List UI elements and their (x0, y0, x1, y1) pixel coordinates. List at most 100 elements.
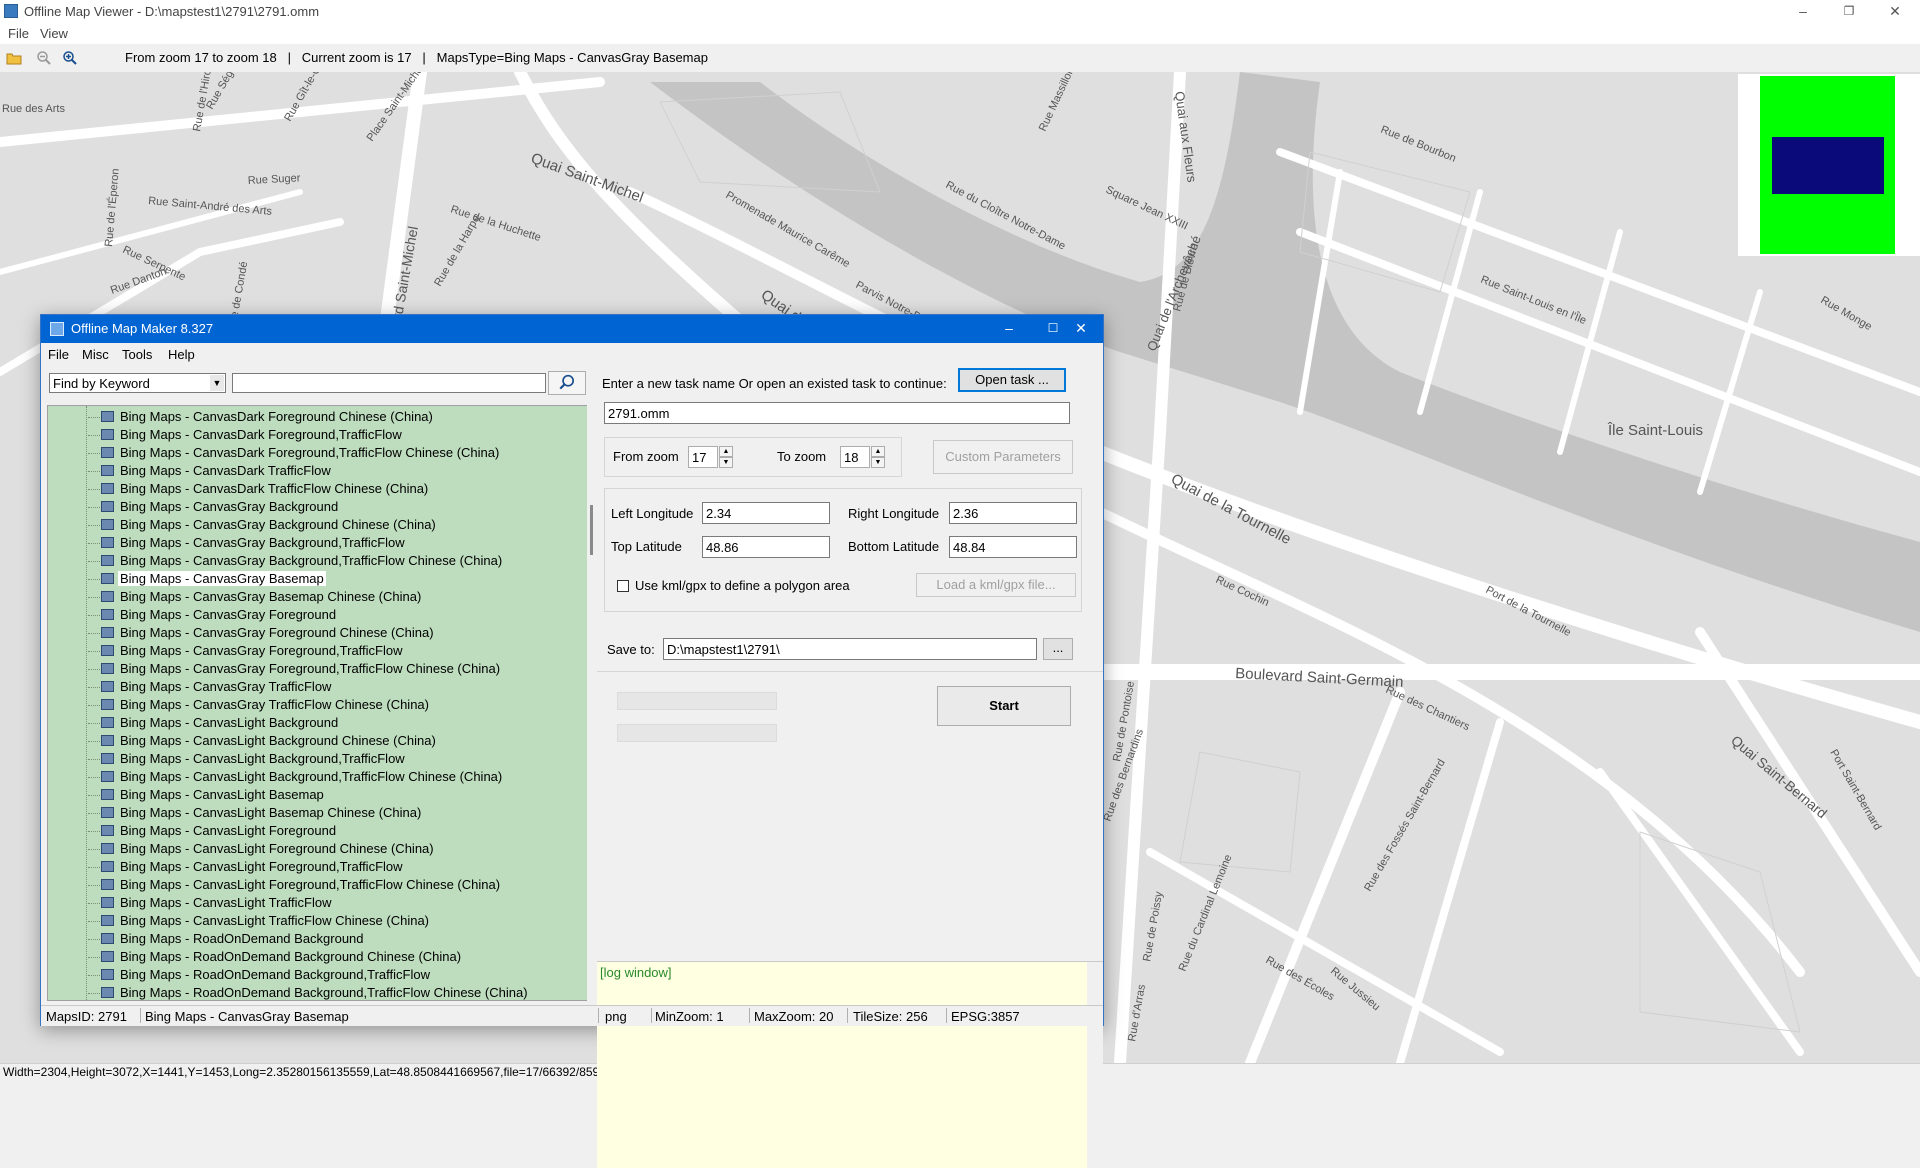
tree-connector (88, 813, 100, 814)
tree-item-label: Bing Maps - CanvasGray Foreground,Traffi… (120, 643, 403, 658)
tree-connector (88, 831, 100, 832)
dialog-statusbar: MapsID: 2791 Bing Maps - CanvasGray Base… (41, 1005, 1103, 1026)
tree-connector (88, 633, 100, 634)
chevron-down-icon[interactable]: ▼ (210, 375, 224, 391)
tree-scrollbar-thumb[interactable] (590, 505, 593, 555)
status-separator (598, 1008, 599, 1023)
to-zoom-stepper[interactable]: ▲ ▼ (871, 446, 885, 468)
dialog-app-icon (50, 322, 64, 336)
tree-item-label: Bing Maps - RoadOnDemand Background Chin… (120, 949, 462, 964)
tree-connector (88, 975, 100, 976)
menu-view[interactable]: View (40, 26, 68, 41)
area-group: Left Longitude 2.34 Right Longitude 2.36… (604, 488, 1082, 612)
minimize-button[interactable]: – (1780, 0, 1826, 24)
overview-viewport[interactable] (1772, 137, 1884, 194)
tree-connector (88, 957, 100, 958)
from-zoom-stepper[interactable]: ▲ ▼ (719, 446, 733, 468)
tree-item-label: Bing Maps - RoadOnDemand Background,Traf… (120, 985, 528, 1000)
tree-item-label: Bing Maps - CanvasGray Background,Traffi… (120, 535, 405, 550)
tree-connector (88, 921, 100, 922)
tree-connector (88, 795, 100, 796)
map-layer-icon (101, 573, 114, 584)
tree-item-label: Bing Maps - CanvasLight Foreground (120, 823, 337, 838)
viewer-toolbar: From zoom 17 to zoom 18 | Current zoom i… (0, 44, 1920, 73)
dialog-menu-misc[interactable]: Misc (82, 347, 109, 362)
tree-item-label: Bing Maps - CanvasGray Basemap Chinese (… (120, 589, 422, 604)
to-zoom-label: To zoom (777, 449, 827, 464)
tree-connector (88, 417, 100, 418)
dialog-menu-tools[interactable]: Tools (122, 347, 152, 362)
log-window[interactable]: [log window] (597, 961, 1103, 1168)
task-prompt: Enter a new task name Or open an existed… (602, 376, 947, 391)
overview-minimap[interactable] (1738, 74, 1920, 256)
map-layer-icon (101, 501, 114, 512)
zoom-info: From zoom 17 to zoom 18 | Current zoom i… (125, 50, 708, 65)
tree-item-label: Bing Maps - CanvasLight Background,Traff… (120, 751, 405, 766)
tree-scrollbar[interactable] (587, 405, 597, 1001)
map-layer-icon (101, 879, 114, 890)
search-mode-select[interactable]: Find by Keyword ▼ (49, 373, 226, 393)
viewer-menubar: File View (0, 24, 1920, 44)
dialog-minimize-button[interactable]: – (987, 315, 1031, 343)
left-longitude-input[interactable]: 2.34 (702, 502, 830, 524)
log-scrollbar[interactable] (1087, 962, 1103, 1168)
log-text: [log window] (600, 965, 672, 980)
map-layer-icon (101, 555, 114, 566)
right-longitude-input[interactable]: 2.36 (949, 502, 1077, 524)
menu-file[interactable]: File (8, 26, 29, 41)
status-separator (140, 1008, 141, 1023)
tree-connector (88, 561, 100, 562)
map-label: Rue de l'Éperon (102, 168, 122, 247)
to-zoom-input[interactable]: 18 (840, 446, 870, 468)
tree-connector (88, 669, 100, 670)
from-zoom-input[interactable]: 17 (688, 446, 718, 468)
dialog-close-button[interactable]: ✕ (1059, 315, 1103, 343)
map-label: Île Saint-Louis (1607, 422, 1703, 439)
dialog-title: Offline Map Maker 8.327 (71, 321, 214, 336)
zoom-in-icon[interactable] (62, 50, 78, 66)
tree-connector (88, 849, 100, 850)
tree-connector (88, 759, 100, 760)
tree-item-label: Bing Maps - CanvasGray TrafficFlow Chine… (120, 697, 429, 712)
close-button[interactable]: ✕ (1872, 0, 1918, 24)
offline-map-maker-dialog: Offline Map Maker 8.327 – ☐ ✕ File Misc … (40, 314, 1104, 1168)
tree-item-label: Bing Maps - CanvasDark Foreground,Traffi… (120, 445, 500, 460)
open-task-button[interactable]: Open task ... (958, 368, 1066, 392)
keyword-search-input[interactable] (232, 373, 546, 393)
tree-item-label: Bing Maps - CanvasGray Foreground,Traffi… (120, 661, 501, 676)
tree-item-label: Bing Maps - CanvasLight Basemap (120, 787, 324, 802)
dialog-menubar: File Misc Tools Help (41, 343, 1103, 365)
top-latitude-input[interactable]: 48.86 (702, 536, 830, 558)
zoom-out-icon[interactable] (36, 50, 52, 66)
search-icon (559, 374, 575, 390)
tree-connector (88, 993, 100, 994)
status-separator (946, 1008, 947, 1023)
kml-checkbox[interactable] (617, 580, 629, 592)
restore-button[interactable]: ❐ (1826, 0, 1872, 24)
tree-connector (88, 705, 100, 706)
dialog-menu-file[interactable]: File (48, 347, 69, 362)
maps-type-tree[interactable]: Bing Maps - CanvasDark Foreground Chines… (47, 405, 588, 1001)
tree-connector (88, 615, 100, 616)
open-folder-icon[interactable] (6, 50, 22, 66)
tree-item-label: Bing Maps - CanvasDark TrafficFlow (120, 463, 331, 478)
tree-connector (88, 777, 100, 778)
map-layer-icon (101, 753, 114, 764)
tree-item-label: Bing Maps - CanvasGray Background,Traffi… (120, 553, 503, 568)
find-button[interactable] (548, 371, 586, 395)
save-to-input[interactable]: D:\mapstest1\2791\ (663, 638, 1037, 660)
task-name-input[interactable]: 2791.omm (604, 402, 1070, 424)
map-layer-icon (101, 681, 114, 692)
tree-item-label: Bing Maps - CanvasLight Basemap Chinese … (120, 805, 422, 820)
load-kml-button[interactable]: Load a kml/gpx file... (916, 573, 1076, 597)
map-layer-icon (101, 807, 114, 818)
map-layer-icon (101, 915, 114, 926)
dialog-menu-help[interactable]: Help (168, 347, 195, 362)
map-layer-icon (101, 897, 114, 908)
tree-item-label: Bing Maps - CanvasGray Background (120, 499, 339, 514)
start-button[interactable]: Start (937, 686, 1071, 726)
bottom-latitude-input[interactable]: 48.84 (949, 536, 1077, 558)
browse-button[interactable]: ... (1043, 638, 1073, 660)
map-layer-icon (101, 609, 114, 620)
custom-parameters-button[interactable]: Custom Parameters (933, 440, 1073, 474)
